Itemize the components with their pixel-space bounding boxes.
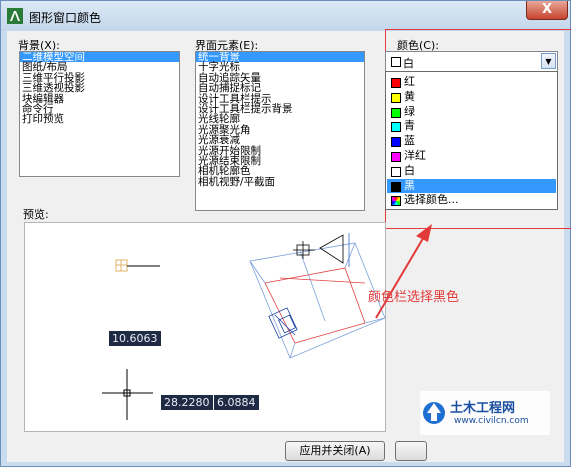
watermark-url: www.civilcn.com bbox=[454, 416, 529, 426]
annotation-text: 颜色栏选择黑色 bbox=[368, 290, 460, 305]
watermark: 土木工程网 www.civilcn.com bbox=[420, 391, 550, 435]
watermark-brand: 土木工程网 bbox=[450, 401, 516, 416]
